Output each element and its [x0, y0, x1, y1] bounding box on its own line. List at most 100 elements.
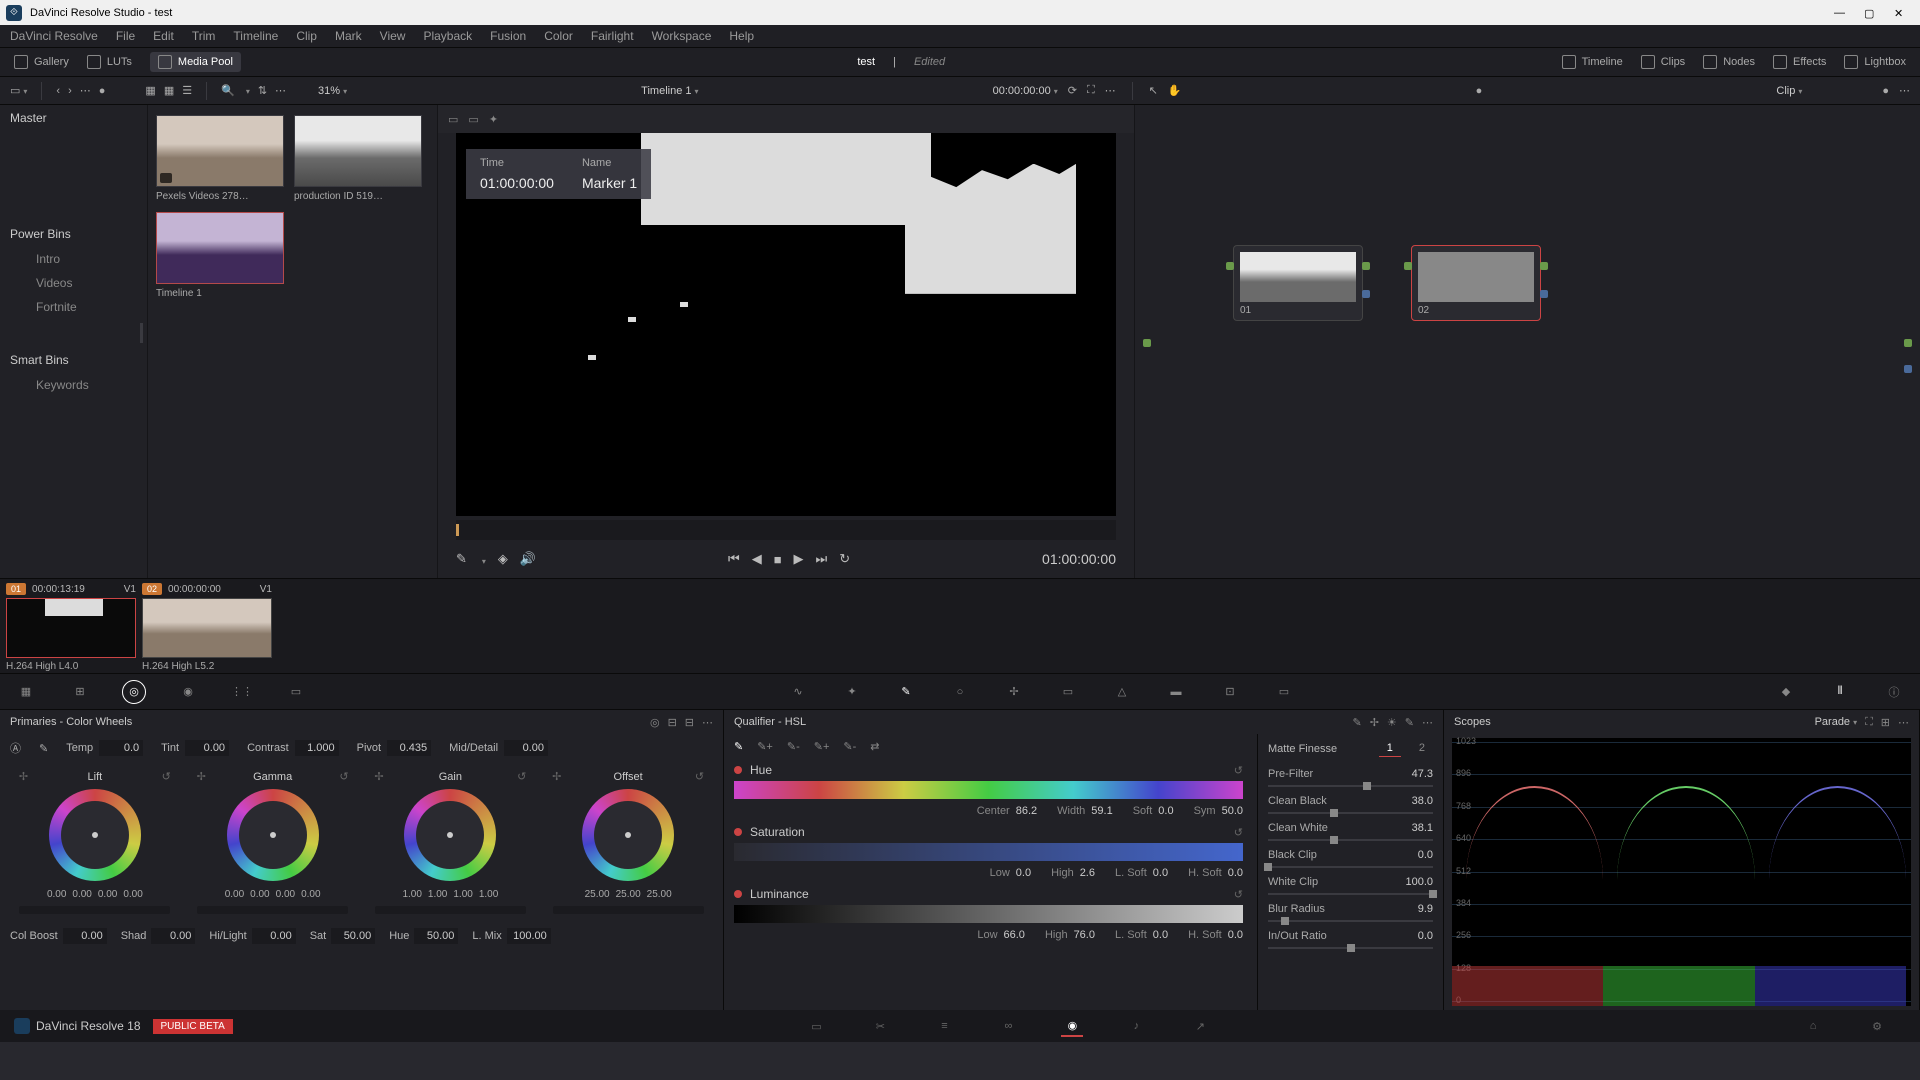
viewer-magic-icon[interactable]: ✦ — [489, 113, 498, 126]
media-thumb[interactable]: production ID 519… — [294, 115, 422, 202]
record-icon[interactable]: ● — [99, 85, 106, 97]
menu-app[interactable]: DaVinci Resolve — [10, 29, 98, 43]
shad-input[interactable] — [151, 928, 195, 944]
picker-soft-add-icon[interactable]: ✎+ — [814, 740, 830, 753]
clip-dropdown[interactable]: Clip — [1776, 85, 1802, 97]
auto-balance-icon[interactable]: Ⓐ — [10, 740, 21, 756]
master-bin[interactable]: Master — [0, 105, 147, 131]
hilight-input[interactable] — [252, 928, 296, 944]
temp-input[interactable] — [99, 740, 143, 756]
dot2-icon[interactable]: ● — [1882, 85, 1889, 97]
settings-icon[interactable]: ⚙ — [1866, 1015, 1888, 1037]
mf-value[interactable]: 0.0 — [1418, 849, 1433, 861]
menu-edit[interactable]: Edit — [153, 29, 174, 43]
graph-alpha-port[interactable] — [1904, 365, 1912, 373]
primaries-mode-3-icon[interactable]: ⊟ — [685, 716, 694, 729]
menu-help[interactable]: Help — [729, 29, 754, 43]
gain-reset-icon[interactable]: ↺ — [517, 770, 526, 783]
mf-slider[interactable] — [1268, 866, 1433, 868]
sidebar-resize-handle[interactable] — [0, 319, 147, 347]
nodes-button[interactable]: Nodes — [1703, 55, 1755, 69]
mf-slider[interactable] — [1268, 785, 1433, 787]
picker-sub-icon[interactable]: ✎- — [787, 740, 800, 753]
offset-y-slider[interactable] — [553, 906, 704, 914]
gamma-reset-icon[interactable]: ↺ — [339, 770, 348, 783]
info-icon[interactable]: ⓘ — [1882, 680, 1906, 704]
expand-icon[interactable]: ⛶ — [1087, 84, 1095, 97]
camera-raw-icon[interactable]: ▦ — [14, 680, 38, 704]
page-edit-icon[interactable]: ≡ — [933, 1015, 955, 1037]
maximize-button[interactable]: ▢ — [1864, 7, 1876, 19]
stop-icon[interactable]: ■ — [774, 552, 782, 567]
sat-input[interactable] — [331, 928, 375, 944]
page-color-icon[interactable]: ◉ — [1061, 1015, 1083, 1037]
more-icon[interactable]: ⋯ — [80, 84, 91, 97]
scopes-expand-icon[interactable]: ⛶ — [1865, 716, 1873, 729]
bin-view-dropdown[interactable]: ▭ — [10, 84, 27, 97]
node-02[interactable]: 02 — [1411, 245, 1541, 321]
page-media-icon[interactable]: ▭ — [805, 1015, 827, 1037]
hand-icon[interactable]: ✋ — [1168, 84, 1182, 97]
mid-input[interactable] — [504, 740, 548, 756]
page-cut-icon[interactable]: ✂ — [869, 1015, 891, 1037]
effects-button[interactable]: Effects — [1773, 55, 1826, 69]
refresh-icon[interactable]: ⟳ — [1068, 84, 1077, 97]
primaries-mode-1-icon[interactable]: ◎ — [650, 716, 660, 729]
view-list-icon[interactable]: ☰ — [182, 84, 192, 97]
timeline-dropdown[interactable]: Timeline 1 — [641, 85, 698, 97]
menu-clip[interactable]: Clip — [296, 29, 317, 43]
lum-bar[interactable] — [734, 905, 1243, 923]
qualifier-icon[interactable]: ✎ — [894, 680, 918, 704]
menu-playback[interactable]: Playback — [423, 29, 472, 43]
sizing-icon[interactable]: ⊡ — [1218, 680, 1242, 704]
close-button[interactable]: ✕ — [1894, 7, 1906, 19]
primaries-more-icon[interactable]: ⋯ — [702, 716, 713, 729]
sat-bar[interactable] — [734, 843, 1243, 861]
mf-slider[interactable] — [1268, 812, 1433, 814]
home-icon[interactable]: ⌂ — [1802, 1015, 1824, 1037]
power-bins-header[interactable]: Power Bins — [0, 221, 147, 247]
menu-timeline[interactable]: Timeline — [233, 29, 278, 43]
clip-thumb[interactable]: 0100:00:13:19V1 H.264 High L4.0 — [6, 583, 136, 669]
search-dropdown[interactable] — [243, 85, 250, 97]
node-graph[interactable]: 01 02 — [1135, 105, 1920, 578]
clip-thumb[interactable]: 0200:00:00:00V1 H.264 High L5.2 — [142, 583, 272, 669]
motion-effects-icon[interactable]: ▭ — [284, 680, 308, 704]
luts-button[interactable]: LUTs — [87, 55, 132, 69]
nav-fwd-icon[interactable]: › — [68, 85, 72, 97]
mf-value[interactable]: 38.1 — [1412, 822, 1433, 834]
page-fairlight-icon[interactable]: ♪ — [1125, 1015, 1147, 1037]
mf-value[interactable]: 9.9 — [1418, 903, 1433, 915]
gallery-button[interactable]: Gallery — [14, 55, 69, 69]
picker-add-icon[interactable]: ✎+ — [757, 740, 773, 753]
lift-y-slider[interactable] — [19, 906, 170, 914]
media-pool-button[interactable]: Media Pool — [150, 52, 241, 72]
gain-y-slider[interactable] — [375, 906, 526, 914]
viewer-mode-2-icon[interactable]: ▭ — [468, 113, 478, 126]
scopes-layout-icon[interactable]: ⊞ — [1881, 716, 1890, 729]
curves-icon[interactable]: ∿ — [786, 680, 810, 704]
key-icon[interactable]: ▬ — [1164, 680, 1188, 704]
lift-reset-icon[interactable]: ↺ — [162, 770, 171, 783]
play-icon[interactable]: ▶ — [794, 551, 804, 567]
menu-file[interactable]: File — [116, 29, 135, 43]
scopes-mode-dropdown[interactable]: Parade — [1815, 716, 1858, 728]
clips-button[interactable]: Clips — [1641, 55, 1685, 69]
lum-reset-icon[interactable]: ↺ — [1234, 888, 1243, 901]
next-clip-icon[interactable]: ⏭ — [816, 551, 828, 567]
magic-mask-icon[interactable]: ▭ — [1056, 680, 1080, 704]
graph-output-port[interactable] — [1904, 339, 1912, 347]
scope-display[interactable]: 10238967686405123842561280 — [1452, 738, 1911, 1006]
hue-input[interactable] — [414, 928, 458, 944]
bin-videos[interactable]: Videos — [0, 271, 147, 295]
offset-reset-icon[interactable]: ↺ — [695, 770, 704, 783]
sat-reset-icon[interactable]: ↺ — [1234, 826, 1243, 839]
hue-reset-icon[interactable]: ↺ — [1234, 764, 1243, 777]
lift-wheel[interactable]: ✢Lift↺ 0.000.000.000.00 — [11, 770, 179, 914]
bsm-icon[interactable]: △ — [1110, 680, 1134, 704]
node-01[interactable]: 01 — [1233, 245, 1363, 321]
lightbox-button[interactable]: Lightbox — [1844, 55, 1906, 69]
mf-value[interactable]: 100.0 — [1405, 876, 1433, 888]
timeline-button[interactable]: Timeline — [1562, 55, 1623, 69]
hdr-wheels-icon[interactable]: ◉ — [176, 680, 200, 704]
